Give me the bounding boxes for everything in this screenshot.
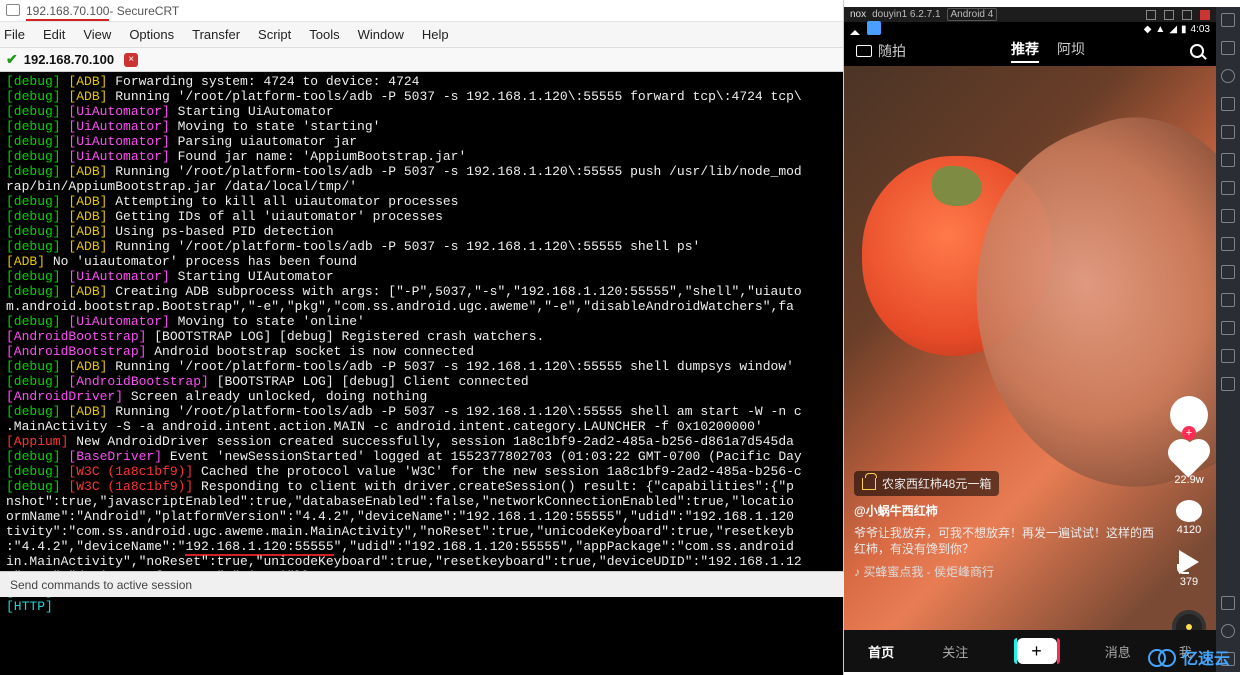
tab-region[interactable]: 阿坝 bbox=[1057, 39, 1085, 63]
comment-button[interactable]: 4120 bbox=[1176, 500, 1202, 536]
title-app: - SecureCRT bbox=[109, 4, 179, 18]
camera-button[interactable]: 随拍 bbox=[856, 41, 906, 61]
nox-emulator-window: nox douyin1 6.2.7.1 Android 4 ◆ ▲ ◢ ▮ 4:… bbox=[844, 7, 1240, 672]
tool-scissors-icon[interactable] bbox=[1221, 209, 1235, 223]
title-ip: 192.168.70.100 bbox=[26, 4, 109, 18]
session-tab-ip[interactable]: 192.168.70.100 bbox=[24, 52, 114, 67]
video-caption: 爷爷让我放弃，可我不想放弃！再发一遍试试！这样的西红柿，有没有馋到你？ bbox=[854, 525, 1156, 557]
menu-script[interactable]: Script bbox=[258, 27, 291, 42]
video-feed[interactable]: 22.9w 4120 379 农家西红柿48元一箱 @小蜗牛西红柿 bbox=[844, 66, 1216, 630]
like-button[interactable]: 22.9w bbox=[1174, 448, 1203, 486]
shop-text: 农家西红柿48元一箱 bbox=[882, 475, 991, 492]
heart-icon bbox=[1171, 442, 1206, 477]
tool-folder-icon[interactable] bbox=[1221, 125, 1235, 139]
securecrt-window: 192.168.70.100 - SecureCRT File Edit Vie… bbox=[0, 0, 844, 675]
tab-close-icon[interactable]: × bbox=[124, 53, 138, 67]
emu-close-icon[interactable] bbox=[1200, 10, 1210, 20]
menu-file[interactable]: File bbox=[4, 27, 25, 42]
location-icon: ◆ bbox=[1144, 24, 1152, 35]
menu-edit[interactable]: Edit bbox=[43, 27, 65, 42]
tool-record-icon[interactable] bbox=[1221, 237, 1235, 251]
app-icon bbox=[6, 4, 20, 18]
tool-more-icon[interactable] bbox=[1221, 377, 1235, 391]
share-button[interactable]: 379 bbox=[1179, 550, 1199, 588]
menu-transfer[interactable]: Transfer bbox=[192, 27, 240, 42]
tool-volume-icon[interactable] bbox=[1221, 97, 1235, 111]
menu-view[interactable]: View bbox=[83, 27, 111, 42]
nox-label: nox bbox=[850, 9, 866, 20]
shop-link[interactable]: 农家西红柿48元一箱 bbox=[854, 471, 999, 496]
poster-username[interactable]: @小蜗牛西红柿 bbox=[854, 502, 1156, 519]
tool-rotate-icon[interactable] bbox=[1221, 265, 1235, 279]
emu-player-label: douyin1 6.2.7.1 bbox=[872, 9, 940, 20]
share-count: 379 bbox=[1180, 576, 1198, 588]
tool-settings-icon[interactable] bbox=[1221, 349, 1235, 363]
emu-minimize-icon[interactable] bbox=[1164, 10, 1174, 20]
music-label[interactable]: ♪ 买蜂蜜点我 - 侯炬峰商行 bbox=[854, 563, 1156, 580]
emu-settings-icon[interactable] bbox=[1146, 10, 1156, 20]
watermark-logo-icon bbox=[1148, 649, 1176, 665]
tool-apk-icon[interactable] bbox=[1221, 181, 1235, 195]
music-disc-icon[interactable] bbox=[1172, 610, 1206, 630]
tool-screenshot-icon[interactable] bbox=[1221, 321, 1235, 335]
tool-recent-icon[interactable] bbox=[1221, 596, 1235, 610]
android-version-badge: Android 4 bbox=[947, 8, 998, 21]
emu-maximize-icon[interactable] bbox=[1182, 10, 1192, 20]
nox-toolbar bbox=[1216, 7, 1240, 672]
camera-label: 随拍 bbox=[878, 41, 906, 61]
nav-message[interactable]: 消息 bbox=[1105, 642, 1131, 661]
tool-multi-icon[interactable] bbox=[1221, 153, 1235, 167]
menu-options[interactable]: Options bbox=[129, 27, 174, 42]
tool-shake-icon[interactable] bbox=[1221, 293, 1235, 307]
watermark-text: 亿速云 bbox=[1182, 645, 1230, 669]
tool-home-icon[interactable] bbox=[1221, 624, 1235, 638]
android-statusbar: ◆ ▲ ◢ ▮ 4:03 bbox=[844, 22, 1216, 36]
tool-location-icon[interactable] bbox=[1221, 69, 1235, 83]
tab-recommend[interactable]: 推荐 bbox=[1011, 39, 1039, 63]
signal-icon: ◢ bbox=[1169, 24, 1177, 35]
search-icon[interactable] bbox=[1190, 44, 1204, 58]
battery-icon: ▮ bbox=[1181, 24, 1187, 35]
nav-home[interactable]: 首页 bbox=[868, 642, 894, 661]
status-time: 4:03 bbox=[1191, 24, 1210, 35]
cart-icon bbox=[862, 478, 876, 490]
poster-avatar[interactable] bbox=[1170, 396, 1208, 434]
connected-check-icon: ✔ bbox=[6, 51, 18, 68]
watermark: 亿速云 bbox=[1148, 645, 1230, 669]
phone-screen: nox douyin1 6.2.7.1 Android 4 ◆ ▲ ◢ ▮ 4:… bbox=[844, 7, 1216, 672]
menu-help[interactable]: Help bbox=[422, 27, 449, 42]
tool-keyboard-icon[interactable] bbox=[1221, 41, 1235, 55]
send-command-placeholder: Send commands to active session bbox=[10, 578, 192, 592]
app-badge-icon bbox=[867, 21, 881, 35]
session-tabstrip: ✔ 192.168.70.100 × bbox=[0, 48, 843, 72]
caption-area: 农家西红柿48元一箱 @小蜗牛西红柿 爷爷让我放弃，可我不想放弃！再发一遍试试！… bbox=[854, 471, 1156, 580]
menu-bar: File Edit View Options Transfer Script T… bbox=[0, 22, 843, 48]
menu-tools[interactable]: Tools bbox=[309, 27, 339, 42]
send-command-bar[interactable]: Send commands to active session bbox=[0, 571, 844, 597]
comment-icon bbox=[1176, 500, 1202, 522]
nav-create-button[interactable]: + bbox=[1017, 638, 1057, 664]
camera-icon bbox=[856, 45, 872, 57]
tool-fullscreen-icon[interactable] bbox=[1221, 13, 1235, 27]
notification-icon bbox=[850, 25, 860, 35]
douyin-top-nav: 随拍 推荐 阿坝 bbox=[844, 36, 1216, 66]
menu-window[interactable]: Window bbox=[358, 27, 404, 42]
share-icon bbox=[1179, 550, 1199, 574]
nav-follow[interactable]: 关注 bbox=[942, 642, 968, 661]
window-titlebar[interactable]: 192.168.70.100 - SecureCRT bbox=[0, 0, 843, 22]
nox-titlebar[interactable]: nox douyin1 6.2.7.1 Android 4 bbox=[844, 7, 1216, 22]
action-rail: 22.9w 4120 379 bbox=[1170, 396, 1208, 630]
wifi-icon: ▲ bbox=[1155, 24, 1165, 35]
